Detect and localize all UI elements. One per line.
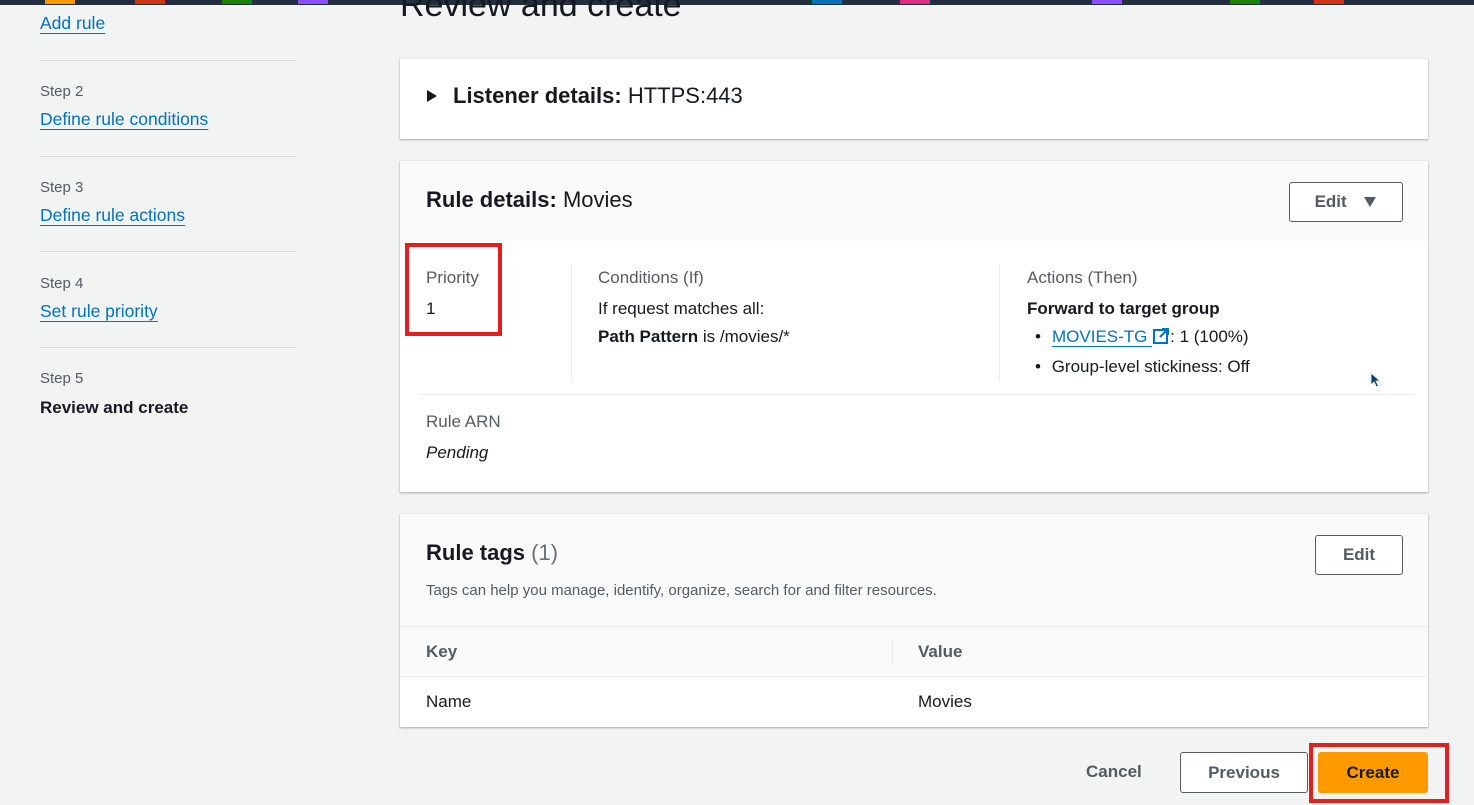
- step-divider: [40, 60, 296, 61]
- rule-details-panel: Rule details: Movies Edit Priority 1 Con…: [400, 161, 1428, 492]
- listener-heading-bold: Listener details:: [453, 83, 622, 108]
- actions-title: Forward to target group: [1027, 299, 1220, 318]
- accent-mark: [222, 0, 252, 4]
- stickiness-text: Group-level stickiness: Off: [1051, 357, 1250, 376]
- step-2-link[interactable]: Define rule conditions: [40, 109, 208, 130]
- step-1-link[interactable]: Add rule: [40, 13, 105, 34]
- caret-down-icon: [1364, 197, 1377, 207]
- target-group-item: • MOVIES-TG : 1 (100%): [1035, 327, 1249, 347]
- column-divider: [571, 264, 572, 382]
- mouse-pointer-icon: [1370, 372, 1382, 388]
- edit-label: Edit: [1314, 192, 1347, 211]
- previous-button[interactable]: Previous: [1180, 752, 1308, 793]
- step-2-label: Step 2: [40, 83, 84, 100]
- step-5-label: Step 5: [40, 370, 84, 387]
- rule-details-heading: Rule details: Movies: [426, 187, 633, 213]
- table-header-row: Key Value: [400, 627, 1428, 676]
- external-link-icon: [1153, 328, 1170, 344]
- target-group-link[interactable]: MOVIES-TG: [1052, 327, 1170, 346]
- caret-right-icon: [427, 90, 437, 102]
- step-4-link[interactable]: Set rule priority: [40, 301, 158, 322]
- column-header-value: Value: [918, 642, 963, 661]
- rule-details-edit-dropdown[interactable]: Edit: [1289, 182, 1403, 222]
- stickiness-item: • Group-level stickiness: Off: [1035, 357, 1250, 377]
- accent-mark: [298, 0, 328, 4]
- accent-mark: [1092, 0, 1122, 4]
- step-divider: [40, 251, 296, 252]
- column-divider: [999, 264, 1000, 382]
- rule-tags-heading: Rule tags (1): [426, 540, 558, 566]
- rule-tags-panel: Rule tags (1) Tags can help you manage, …: [400, 514, 1428, 727]
- rule-tags-description: Tags can help you manage, identify, orga…: [426, 582, 937, 599]
- step-divider: [40, 347, 296, 348]
- rule-details-heading-value: Movies: [562, 187, 633, 212]
- accent-mark: [135, 0, 165, 4]
- priority-highlight-box: [405, 243, 502, 336]
- conditions-path: Path Pattern is /movies/*: [598, 327, 790, 347]
- section-divider: [420, 394, 1414, 395]
- conditions-label: Conditions (If): [598, 268, 704, 287]
- rule-tags-title: Rule tags: [426, 540, 526, 565]
- step-4-label: Step 4: [40, 275, 84, 292]
- listener-details-toggle[interactable]: Listener details: HTTPS:443: [426, 83, 743, 109]
- rule-arn-label: Rule ARN: [426, 412, 501, 431]
- step-3-label: Step 3: [40, 179, 84, 196]
- tag-value-cell: Movies: [918, 692, 972, 711]
- bullet: •: [1035, 327, 1041, 346]
- actions-label: Actions (Then): [1027, 268, 1138, 287]
- accent-mark: [45, 0, 75, 4]
- accent-mark: [1314, 0, 1344, 4]
- step-5-current: Review and create: [40, 398, 189, 417]
- target-group-name: MOVIES-TG: [1052, 327, 1148, 346]
- column-header-key: Key: [426, 642, 458, 661]
- tag-key-cell: Name: [426, 692, 472, 711]
- rule-tags-header: [400, 514, 1428, 626]
- listener-heading-value: HTTPS:443: [627, 83, 743, 108]
- table-row: Name Movies: [400, 677, 1428, 727]
- top-nav-bar: [0, 0, 1474, 5]
- rule-tags-count: (1): [531, 540, 559, 565]
- conditions-intro: If request matches all:: [598, 299, 765, 318]
- cancel-button[interactable]: Cancel: [1086, 762, 1142, 782]
- step-3-link[interactable]: Define rule actions: [40, 205, 185, 226]
- path-pattern-value: is /movies/*: [702, 327, 790, 346]
- rule-details-heading-bold: Rule details:: [426, 187, 557, 212]
- accent-mark: [1230, 0, 1260, 4]
- bullet: •: [1035, 357, 1041, 376]
- accent-mark: [900, 0, 930, 4]
- page-title: Review and create: [400, 0, 682, 24]
- rule-arn-value: Pending: [426, 443, 489, 462]
- column-divider: [892, 639, 893, 665]
- accent-mark: [812, 0, 842, 4]
- listener-details-panel: Listener details: HTTPS:443: [400, 59, 1428, 139]
- create-highlight-box: [1309, 743, 1449, 803]
- target-group-weight: : 1 (100%): [1170, 327, 1249, 346]
- step-divider: [40, 156, 296, 157]
- path-pattern-label: Path Pattern: [598, 327, 699, 346]
- rule-tags-edit-button[interactable]: Edit: [1315, 535, 1403, 575]
